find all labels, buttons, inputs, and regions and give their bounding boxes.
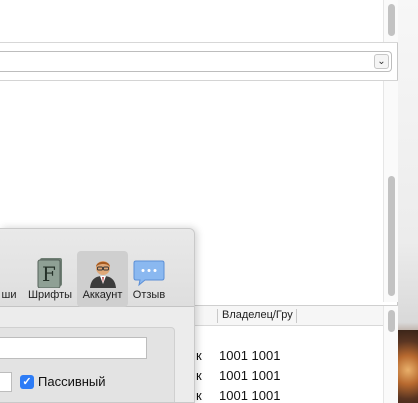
column-owner-group[interactable]: Владелец/Гру <box>222 309 293 321</box>
column-separator[interactable] <box>296 309 297 323</box>
table-row-owner[interactable]: 1001 1001 <box>219 348 280 363</box>
account-text-field[interactable] <box>0 337 147 359</box>
column-separator[interactable] <box>217 309 218 323</box>
table-row-cell-left: к <box>196 348 202 363</box>
middle-scroll-thumb[interactable] <box>388 176 395 296</box>
toolbar-label: Аккаунт <box>82 289 123 301</box>
svg-text:F: F <box>42 262 56 286</box>
desktop-background <box>398 0 418 403</box>
top-scroll-thumb[interactable] <box>388 4 395 36</box>
preferences-content: ✓ Пассивный <box>0 307 194 402</box>
chevron-down-icon[interactable]: ⌄ <box>374 54 389 69</box>
table-row-cell-left: к <box>196 388 202 403</box>
toolbar-item-account[interactable]: Аккаунт <box>77 251 128 307</box>
file-list-scroll-thumb[interactable] <box>388 310 395 332</box>
toolbar-label: Отзыв <box>132 289 166 301</box>
toolbar-label: Шрифты <box>27 289 73 301</box>
toolbar-item-fonts[interactable]: F Шрифты <box>25 251 75 307</box>
desktop-wallpaper-art <box>398 330 418 403</box>
top-pane <box>0 0 398 43</box>
toolbar-item-feedback[interactable]: Отзыв <box>130 251 168 307</box>
feedback-bubble-icon <box>133 256 165 288</box>
middle-pane-scrollbar[interactable] <box>383 81 398 302</box>
account-avatar-icon <box>87 256 119 288</box>
preferences-toolbar: ши F Шрифты Аккаунт Отзыв <box>0 229 194 307</box>
account-settings-box: ✓ Пассивный <box>0 327 175 402</box>
fonts-icon: F <box>34 256 66 289</box>
passive-checkbox[interactable]: ✓ <box>20 375 34 389</box>
port-field[interactable] <box>0 372 12 392</box>
preferences-window: ши F Шрифты Аккаунт Отзыв ✓ Пассивный <box>0 228 195 403</box>
toolbar-item-shortcuts[interactable]: ши <box>0 251 24 307</box>
table-row-owner[interactable]: 1001 1001 <box>219 388 280 403</box>
passive-checkbox-label: Пассивный <box>38 374 106 389</box>
file-list-scrollbar[interactable] <box>383 306 398 403</box>
table-row-owner[interactable]: 1001 1001 <box>219 368 280 383</box>
top-pane-scrollbar[interactable] <box>383 0 398 42</box>
path-combobox[interactable]: ⌄ <box>0 51 392 72</box>
table-row-cell-left: к <box>196 368 202 383</box>
toolbar-label: ши <box>1 289 17 301</box>
